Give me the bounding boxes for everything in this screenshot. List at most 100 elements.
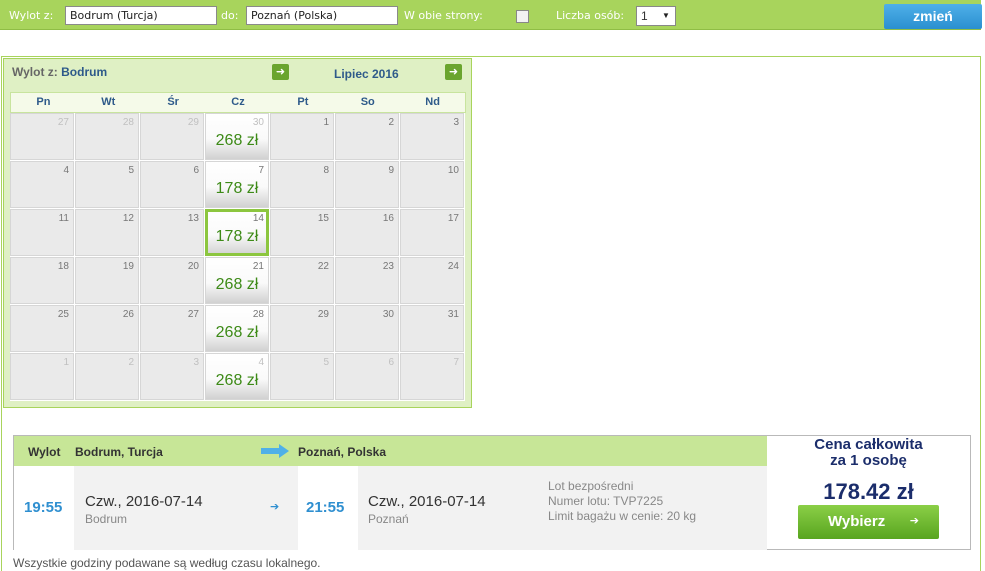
departure-time: 19:55 (24, 499, 63, 516)
calendar-day-priced[interactable]: 30 268 zł (205, 113, 270, 161)
calendar-day: 7 (400, 353, 465, 401)
chevron-down-icon: ▼ (662, 11, 670, 20)
day-number: 1 (323, 117, 329, 128)
day-number: 30 (382, 309, 394, 320)
calendar-day: 29 (270, 305, 335, 353)
arrival-time: 21:55 (306, 499, 345, 516)
arrow-right-icon: ➔ (909, 515, 919, 527)
calendar-week-row: 27 28 29 30 268 zł 1 2 3 (10, 113, 466, 161)
day-price: 178 zł (215, 180, 259, 197)
day-number: 29 (187, 117, 199, 128)
calendar-day: 6 (335, 353, 400, 401)
departure-time-box: 19:55 (14, 466, 74, 550)
calendar-day: 11 (10, 209, 75, 257)
day-number: 2 (388, 117, 394, 128)
calendar-header: Wylot z: Bodrum ➜ Lipiec 2016 ➜ (4, 59, 471, 90)
from-label: Wylot z: (9, 9, 54, 22)
day-number: 28 (252, 309, 264, 320)
direct-flight-text: Lot bezpośredni (548, 479, 634, 493)
calendar-day: 2 (75, 353, 140, 401)
calendar-day: 27 (140, 305, 205, 353)
search-bar: Wylot z: Bodrum (Turcja) do: Poznań (Pol… (0, 0, 982, 30)
calendar-day: 10 (400, 161, 465, 209)
calendar-day-priced[interactable]: 4 268 zł (205, 353, 270, 401)
day-number: 22 (317, 261, 329, 272)
day-number: 5 (128, 165, 134, 176)
calendar-day: 8 (270, 161, 335, 209)
flight-number-text: Numer lotu: TVP7225 (548, 494, 664, 508)
arrow-right-icon: ➜ (448, 66, 459, 78)
day-number: 25 (57, 309, 69, 320)
day-number: 5 (323, 357, 329, 368)
day-number: 9 (388, 165, 394, 176)
to-label: do: (221, 9, 239, 22)
calendar-day: 3 (140, 353, 205, 401)
day-number: 8 (323, 165, 329, 176)
flight-info: Lot bezpośredni Numer lotu: TVP7225 Limi… (548, 479, 696, 524)
prev-month-button[interactable]: ➜ (272, 64, 289, 80)
day-number: 6 (388, 357, 394, 368)
flight-destination: Poznań, Polska (298, 445, 387, 459)
calendar-week-row: 18 19 20 21 268 zł 22 23 24 (10, 257, 466, 305)
calendar-day: 13 (140, 209, 205, 257)
day-number: 13 (187, 213, 199, 224)
calendar-day: 30 (335, 305, 400, 353)
day-number: 23 (382, 261, 394, 272)
calendar-origin-label: Wylot z: (12, 65, 58, 79)
price-box: Cena całkowita za 1 osobę 178.42 zł Wybi… (767, 436, 970, 549)
day-number: 15 (317, 213, 329, 224)
calendar-day: 20 (140, 257, 205, 305)
arrival-date: Czw., 2016-07-14 (368, 493, 486, 510)
timezone-note: Wszystkie godziny podawane są według cza… (13, 556, 321, 570)
calendar-origin: Wylot z: Bodrum (12, 65, 107, 79)
change-search-button[interactable]: zmień (884, 4, 982, 29)
total-price-title-line2: za 1 osobę (830, 452, 907, 469)
select-button-label: Wybierz (828, 513, 886, 530)
day-number: 3 (193, 357, 199, 368)
day-number: 11 (58, 213, 69, 224)
day-number: 16 (382, 213, 394, 224)
day-number: 24 (447, 261, 459, 272)
calendar-day-priced[interactable]: 7 178 zł (205, 161, 270, 209)
weekday-label: Wt (101, 96, 116, 108)
next-month-button[interactable]: ➜ (445, 64, 462, 80)
calendar-week-row: 1 2 3 4 268 zł 5 6 7 (10, 353, 466, 401)
weekday-label: Cz (231, 96, 245, 108)
day-number: 7 (453, 357, 459, 368)
arrival-time-box: 21:55 (298, 466, 358, 550)
calendar-month: Lipiec 2016 (334, 67, 399, 81)
calendar-day-priced[interactable]: 14 178 zł (205, 209, 270, 257)
day-number: 4 (258, 357, 264, 368)
day-number: 29 (317, 309, 329, 320)
arrival-city: Poznań (368, 512, 409, 526)
calendar-day: 26 (75, 305, 140, 353)
arrow-left-icon: ➜ (275, 66, 286, 78)
calendar-day-priced[interactable]: 21 268 zł (205, 257, 270, 305)
calendar-day: 1 (10, 353, 75, 401)
day-number: 7 (258, 165, 264, 176)
flight-details: 19:55 Czw., 2016-07-14 Bodrum ➔ 21:55 Cz… (14, 466, 767, 550)
day-number: 28 (122, 117, 134, 128)
calendar-day: 4 (10, 161, 75, 209)
calendar-day: 29 (140, 113, 205, 161)
total-price-title: Cena całkowita za 1 osobę (767, 437, 970, 469)
calendar-grid: Pn Wt Śr Cz Pt So Nd 27 28 29 30 268 zł 1 2 3 4 5 6 7 178 … (10, 92, 466, 401)
day-number: 14 (252, 213, 264, 224)
select-flight-button[interactable]: Wybierz ➔ (798, 505, 939, 539)
calendar-day: 3 (400, 113, 465, 161)
day-number: 1 (63, 357, 69, 368)
calendar-day-priced[interactable]: 28 268 zł (205, 305, 270, 353)
calendar-weeks: 27 28 29 30 268 zł 1 2 3 4 5 6 7 178 zł 8 9 10 11 12 13 14 1… (10, 113, 466, 401)
calendar-day: 2 (335, 113, 400, 161)
from-input[interactable]: Bodrum (Turcja) (65, 6, 217, 25)
day-number: 17 (447, 213, 459, 224)
baggage-limit-text: Limit bagażu w cenie: 20 kg (548, 509, 697, 523)
day-number: 3 (453, 117, 459, 128)
roundtrip-checkbox[interactable] (516, 10, 529, 23)
to-input[interactable]: Poznań (Polska) (246, 6, 398, 25)
flight-origin: Bodrum, Turcja (75, 445, 163, 459)
day-number: 4 (63, 165, 69, 176)
persons-select[interactable]: 1 ▼ (636, 6, 676, 26)
calendar-day: 18 (10, 257, 75, 305)
day-number: 12 (122, 213, 134, 224)
